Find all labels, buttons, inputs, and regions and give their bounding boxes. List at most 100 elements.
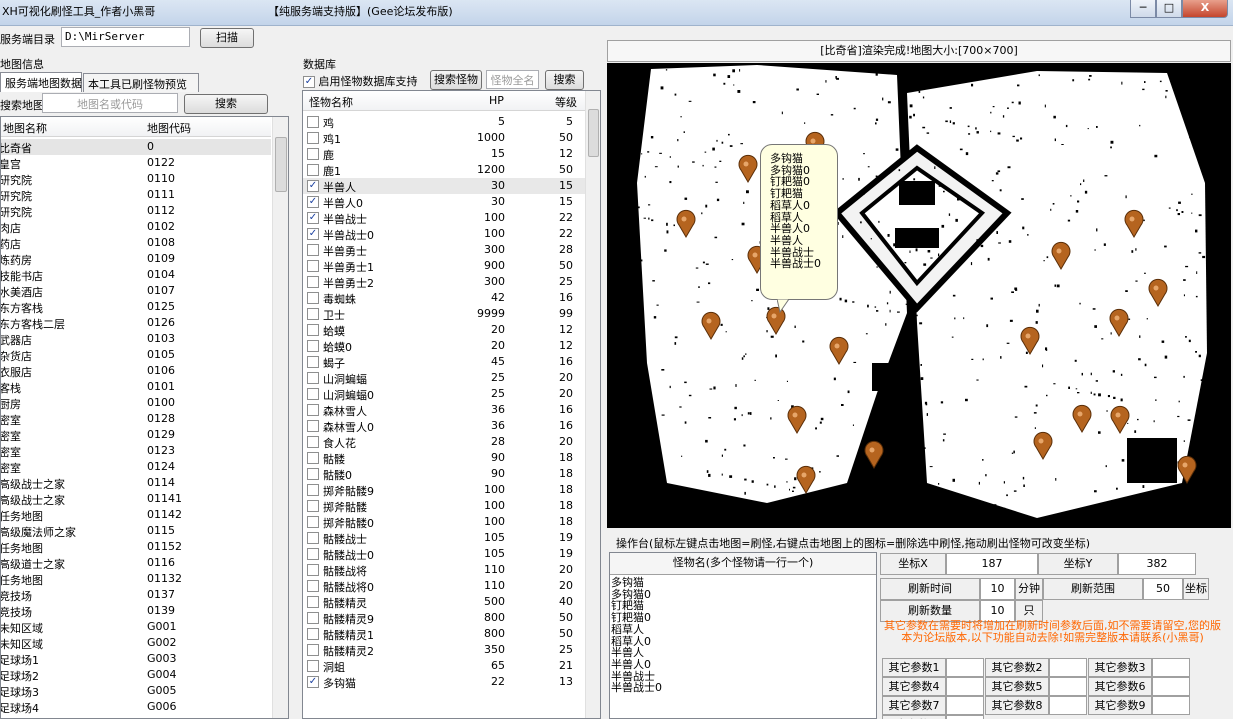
monster-row[interactable]: 骷髅战将0 110 20 [303,578,585,594]
param-input[interactable] [946,715,984,719]
param-input[interactable] [1152,658,1190,677]
monster-row-checkbox[interactable] [307,580,319,592]
monster-row-checkbox[interactable] [307,420,319,432]
monster-list[interactable]: 怪物名称 HP 等级 鸡 5 5 鸡1 1000 50 鹿 15 12 鹿1 1200 50 ✓ 半兽人 3… [302,90,601,719]
map-list-scrollbar[interactable] [272,117,288,718]
monster-row-checkbox[interactable] [307,132,319,144]
monster-list-scrollbar[interactable] [585,91,600,718]
monster-row-checkbox[interactable]: ✓ [307,676,319,688]
monster-row-checkbox[interactable] [307,388,319,400]
map-row[interactable]: 密室 0129 [1,427,271,443]
monster-row[interactable]: 骷髅精灵 500 40 [303,594,585,610]
map-row[interactable]: 比奇省 0 [1,139,271,155]
monster-row[interactable]: 骷髅精灵1 800 50 [303,626,585,642]
monster-row-checkbox[interactable] [307,548,319,560]
map-row[interactable]: 杂货店 0105 [1,347,271,363]
monster-row-checkbox[interactable]: ✓ [307,180,319,192]
search-monster-button[interactable]: 搜索怪物 [430,70,482,90]
monster-row[interactable]: 卫士 9999 99 [303,306,585,322]
monster-row[interactable]: 掷斧骷髅0 100 18 [303,514,585,530]
tab-server-maps[interactable]: 服务端地图数据 [0,72,82,92]
map-row[interactable]: 客栈 0101 [1,379,271,395]
minimize-button[interactable]: ─ [1130,0,1156,18]
map-row[interactable]: 药店 0108 [1,235,271,251]
monster-row-checkbox[interactable] [307,532,319,544]
coord-y-input[interactable]: 382 [1118,553,1196,575]
param-input[interactable] [946,677,984,696]
col-monster-name[interactable]: 怪物名称 [309,94,353,110]
map-row[interactable]: 研究院 0111 [1,187,271,203]
map-row[interactable]: 研究院 0110 [1,171,271,187]
refresh-count-input[interactable]: 10 [980,600,1015,622]
monster-row-checkbox[interactable] [307,292,319,304]
monster-search-button[interactable]: 搜索 [545,70,584,90]
map-row[interactable]: 未知区域 G002 [1,635,271,651]
monster-row-checkbox[interactable] [307,116,319,128]
monster-row-checkbox[interactable] [307,468,319,480]
scan-button[interactable]: 扫描 [200,28,254,48]
col-monster-hp[interactable]: HP [489,94,504,107]
param-input[interactable] [1152,677,1190,696]
monster-row[interactable]: 鹿1 1200 50 [303,162,585,178]
map-row[interactable]: 技能书店 0104 [1,267,271,283]
monster-row[interactable]: 骷髅0 90 18 [303,466,585,482]
monster-row[interactable]: 骷髅 90 18 [303,450,585,466]
monster-row-checkbox[interactable] [307,644,319,656]
map-row[interactable]: 武器店 0103 [1,331,271,347]
monster-row[interactable]: ✓ 多钩猫 22 13 [303,674,585,690]
map-row[interactable]: 足球场3 G005 [1,683,271,699]
col-map-code[interactable]: 地图代码 [147,120,191,136]
map-row[interactable]: 肉店 0102 [1,219,271,235]
map-row[interactable]: 东方客栈二层 0126 [1,315,271,331]
monster-row[interactable]: 蛤蟆0 20 12 [303,338,585,354]
map-row[interactable]: 东方客栈 0125 [1,299,271,315]
map-row[interactable]: 衣服店 0106 [1,363,271,379]
monster-row-checkbox[interactable] [307,436,319,448]
param-input[interactable] [946,658,984,677]
monster-row[interactable]: 毒蜘蛛 42 16 [303,290,585,306]
monster-row-checkbox[interactable]: ✓ [307,212,319,224]
map-row[interactable]: 密室 0128 [1,411,271,427]
map-row[interactable]: 任务地图 01132 [1,571,271,587]
param-input[interactable] [946,696,984,715]
map-row[interactable]: 高级魔法师之家 0115 [1,523,271,539]
map-row[interactable]: 皇宫 0122 [1,155,271,171]
map-row[interactable]: 竞技场 0137 [1,587,271,603]
monster-row[interactable]: 山洞蝙蝠 25 20 [303,370,585,386]
monster-row[interactable]: 食人花 28 20 [303,434,585,450]
map-list[interactable]: 地图名称 地图代码 比奇省 0 皇宫 0122 研究院 0110 研究院 0111 研究院 011… [0,116,289,719]
map-row[interactable]: 研究院 0112 [1,203,271,219]
enable-monster-db[interactable]: ✓ 启用怪物数据库支持 [303,73,418,89]
monster-row-checkbox[interactable] [307,340,319,352]
monster-row[interactable]: 骷髅战士 105 19 [303,530,585,546]
monster-fullname-input[interactable]: 怪物全名 [486,70,539,89]
monster-row-checkbox[interactable] [307,244,319,256]
map-row[interactable]: 厨房 0100 [1,395,271,411]
enable-monster-db-checkbox[interactable]: ✓ [303,76,315,88]
monster-row-checkbox[interactable] [307,564,319,576]
monster-row[interactable]: ✓ 半兽战士 100 22 [303,210,585,226]
monster-row-checkbox[interactable] [307,452,319,464]
monster-name-textarea[interactable]: 怪物名(多个怪物请一行一个) 多钩猫 多钩猫0 钉耙猫 钉耙猫0 稻草人 稻草人0 半兽人半… [609,552,877,719]
monster-row-checkbox[interactable] [307,260,319,272]
monster-row[interactable]: 鸡1 1000 50 [303,130,585,146]
refresh-time-input[interactable]: 10 [980,578,1015,600]
map-row[interactable]: 密室 0124 [1,459,271,475]
tab-tool-preview[interactable]: 本工具已刷怪物预览 [83,73,199,92]
map-row[interactable]: 高级战士之家 0114 [1,475,271,491]
param-input[interactable] [1049,658,1087,677]
map-search-button[interactable]: 搜索 [184,94,268,114]
monster-row-checkbox[interactable] [307,404,319,416]
monster-row-checkbox[interactable] [307,148,319,160]
map-row[interactable]: 竞技场 0139 [1,603,271,619]
monster-row-checkbox[interactable] [307,324,319,336]
monster-row[interactable]: ✓ 半兽人0 30 15 [303,194,585,210]
monster-row[interactable]: 半兽勇士2 300 25 [303,274,585,290]
server-dir-input[interactable]: D:\MirServer [61,27,190,47]
monster-row[interactable]: 山洞蝙蝠0 25 20 [303,386,585,402]
map-row[interactable]: 密室 0123 [1,443,271,459]
monster-row-checkbox[interactable] [307,484,319,496]
monster-row-checkbox[interactable] [307,276,319,288]
monster-row[interactable]: 骷髅精灵2 350 25 [303,642,585,658]
param-input[interactable] [1152,696,1190,715]
